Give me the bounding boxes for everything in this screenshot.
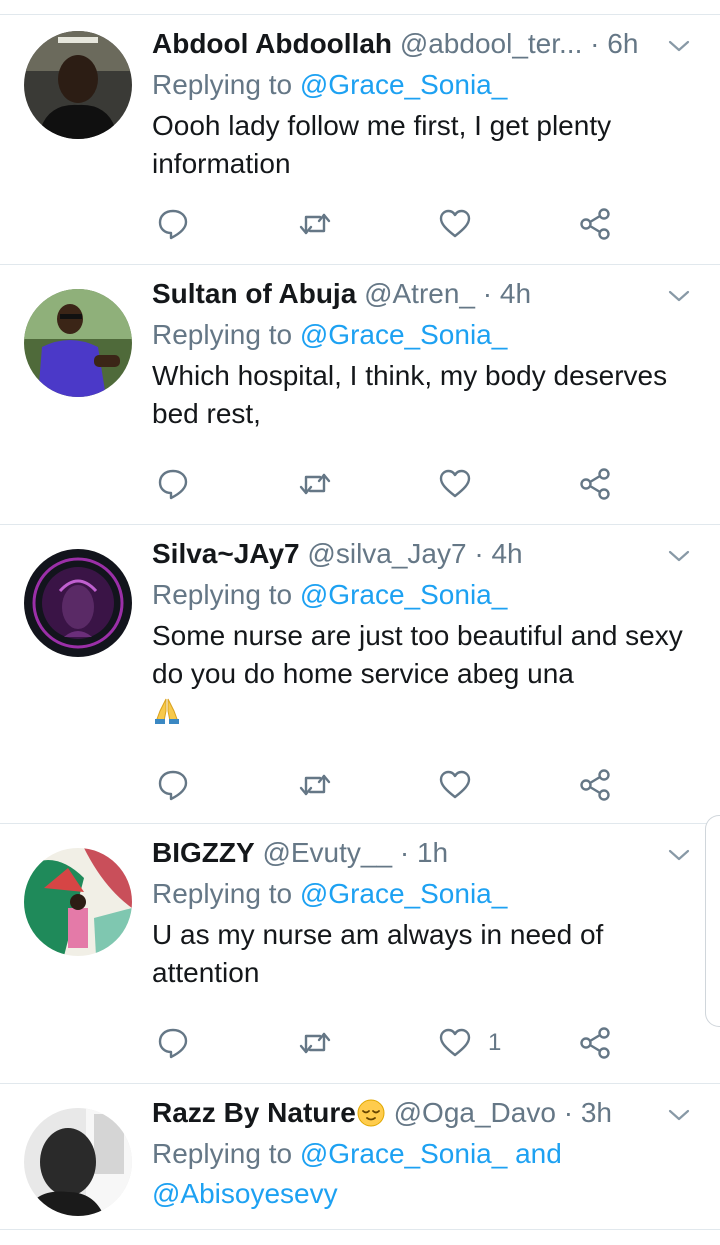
separator-dot: · (590, 28, 600, 59)
user-handle[interactable]: @Atren_ (364, 278, 475, 309)
like-button[interactable] (438, 204, 488, 244)
reply-icon (158, 770, 188, 801)
heart-icon (439, 209, 471, 238)
mention-link[interactable]: @Grace_Sonia_ (300, 579, 507, 610)
like-count: 1 (488, 1029, 502, 1056)
relieved-face-emoji (357, 1099, 385, 1127)
retweet-button[interactable] (298, 765, 332, 805)
like-button[interactable] (438, 464, 488, 504)
tweet[interactable]: Sultan of Abuja @Atren_ · 4h Replying to… (0, 265, 720, 525)
display-name[interactable]: BIGZZY (152, 837, 255, 868)
replying-to: Replying to @Grace_Sonia_ (152, 874, 692, 914)
timestamp[interactable]: 1h (417, 837, 448, 868)
display-name[interactable]: Razz By Nature (152, 1097, 356, 1128)
mention-link[interactable]: @Grace_Sonia_ (300, 69, 507, 100)
reply-button[interactable] (156, 204, 190, 244)
user-handle[interactable]: @abdool_ter... (400, 28, 583, 59)
tweet-text: Which hospital, I think, my body deserve… (152, 360, 668, 429)
share-icon (580, 769, 610, 801)
scrollbar-handle[interactable] (705, 815, 720, 1027)
reply-feed: Abdool Abdoollah @abdool_ter... · 6h Rep… (0, 0, 720, 1230)
share-icon (580, 208, 610, 240)
share-button[interactable] (578, 204, 612, 244)
retweet-icon (299, 774, 331, 796)
reply-icon (158, 1028, 188, 1059)
retweet-button[interactable] (298, 204, 332, 244)
replying-to: Replying to @Grace_Sonia_ and @Abisoyese… (152, 1134, 692, 1214)
action-bar (152, 204, 720, 244)
retweet-icon (299, 213, 331, 235)
mention-link[interactable]: @Grace_Sonia_ (300, 878, 507, 909)
timestamp[interactable]: 3h (581, 1097, 612, 1128)
mention-link[interactable]: @Grace_Sonia_ (300, 1138, 507, 1169)
share-icon (580, 468, 610, 500)
reply-button[interactable] (156, 765, 190, 805)
separator-dot: · (399, 837, 410, 868)
heart-icon (439, 1028, 471, 1057)
timestamp[interactable]: 6h (607, 28, 638, 59)
chevron-down-icon[interactable] (666, 543, 692, 569)
action-bar: 1 (152, 1023, 720, 1063)
timestamp[interactable]: 4h (500, 278, 531, 309)
display-name[interactable]: Abdool Abdoollah (152, 28, 392, 59)
replying-label: Replying to (152, 1138, 300, 1169)
like-button[interactable]: 1 (438, 1023, 501, 1063)
replying-and: and (507, 1138, 562, 1169)
user-handle[interactable]: @Oga_Davo (394, 1097, 556, 1128)
separator-dot: · (474, 538, 484, 569)
tweet-text: Oooh lady follow me first, I get plenty … (152, 110, 612, 179)
avatar[interactable] (24, 549, 132, 657)
replying-to: Replying to @Grace_Sonia_ (152, 65, 692, 105)
action-bar (152, 765, 720, 805)
share-icon (580, 1027, 610, 1059)
replying-label: Replying to (152, 878, 300, 909)
heart-icon (439, 770, 471, 799)
reply-button[interactable] (156, 1023, 190, 1063)
avatar[interactable] (24, 31, 132, 139)
timestamp[interactable]: 4h (491, 538, 522, 569)
replying-label: Replying to (152, 579, 300, 610)
tweet[interactable]: Abdool Abdoollah @abdool_ter... · 6h Rep… (0, 15, 720, 265)
tweet-text: U as my nurse am always in need of atten… (152, 919, 604, 988)
replying-to: Replying to @Grace_Sonia_ (152, 315, 692, 355)
replying-to: Replying to @Grace_Sonia_ (152, 575, 692, 615)
retweet-icon (299, 1032, 331, 1054)
separator-dot: · (482, 278, 493, 309)
reply-icon (158, 469, 188, 500)
tweet[interactable]: Razz By Nature @Oga_Davo · 3h Replying t… (0, 1084, 720, 1230)
display-name[interactable]: Silva~JAy7 (152, 538, 300, 569)
mention-link[interactable]: @Grace_Sonia_ (300, 319, 507, 350)
avatar[interactable] (24, 1108, 132, 1216)
retweet-button[interactable] (298, 464, 332, 504)
tweet[interactable]: Silva~JAy7 @silva_Jay7 · 4h Replying to … (0, 525, 720, 824)
reply-icon (158, 209, 188, 240)
replying-label: Replying to (152, 319, 300, 350)
reply-button[interactable] (156, 464, 190, 504)
user-handle[interactable]: @silva_Jay7 (307, 538, 466, 569)
chevron-down-icon[interactable] (666, 283, 692, 309)
share-button[interactable] (578, 464, 612, 504)
mention-link-2[interactable]: @Abisoyesevy (152, 1178, 338, 1209)
user-handle[interactable]: @Evuty__ (262, 837, 392, 868)
display-name[interactable]: Sultan of Abuja (152, 278, 356, 309)
heart-icon (439, 469, 471, 498)
share-button[interactable] (578, 1023, 612, 1063)
top-divider (0, 0, 720, 15)
share-button[interactable] (578, 765, 612, 805)
retweet-button[interactable] (298, 1023, 332, 1063)
chevron-down-icon[interactable] (666, 1102, 692, 1128)
chevron-down-icon[interactable] (666, 842, 692, 868)
tweet-text: Some nurse are just too beautiful and se… (152, 620, 683, 689)
action-bar (152, 464, 720, 504)
tweet[interactable]: BIGZZY @Evuty__ · 1h Replying to @Grace_… (0, 824, 720, 1084)
separator-dot: · (563, 1097, 574, 1128)
chevron-down-icon[interactable] (666, 33, 692, 59)
retweet-icon (299, 473, 331, 495)
folded-hands-emoji (155, 698, 179, 724)
replying-label: Replying to (152, 69, 300, 100)
like-button[interactable] (438, 765, 488, 805)
avatar[interactable] (24, 848, 132, 956)
avatar[interactable] (24, 289, 132, 397)
